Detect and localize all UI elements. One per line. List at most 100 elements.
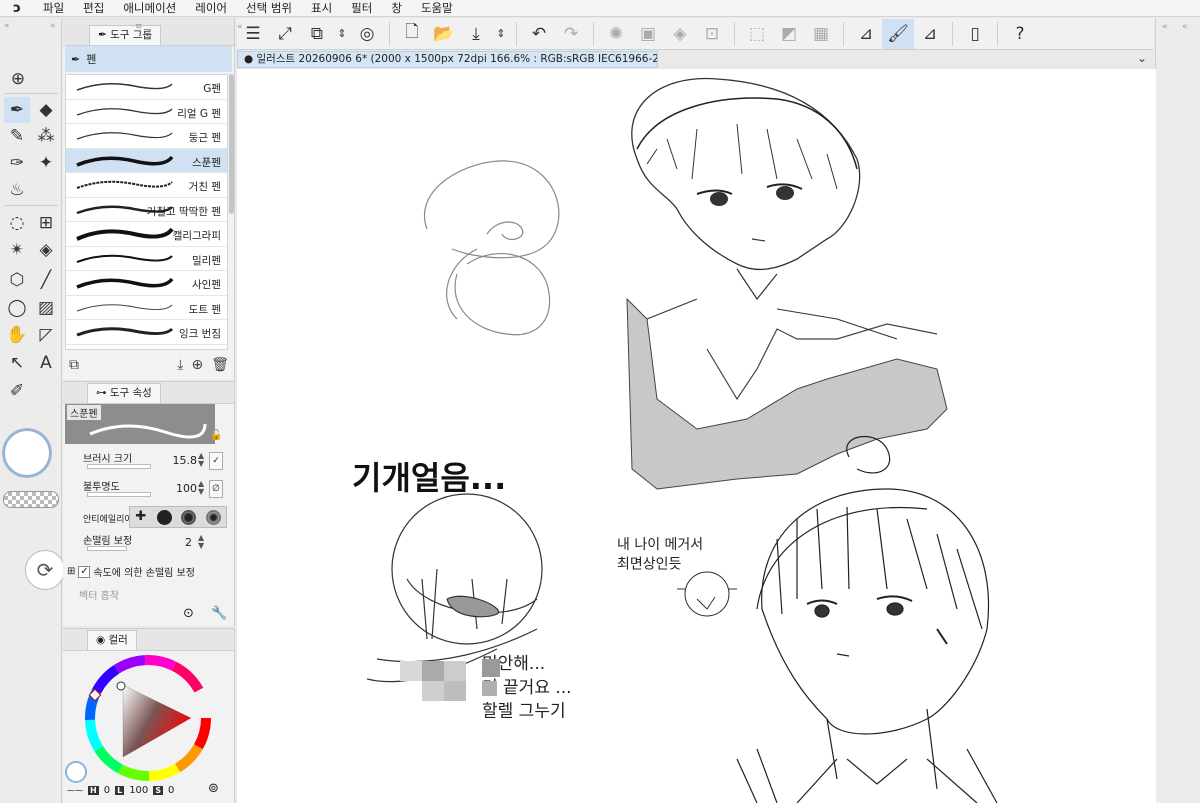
opacity-toggle-icon[interactable]: ∅: [209, 480, 223, 498]
tab-tool-group[interactable]: ✒ 도구 그룹: [89, 25, 162, 45]
opacity-value[interactable]: 100: [167, 482, 197, 495]
lasso-icon[interactable]: ◎: [351, 19, 383, 49]
transparent-color-swatch[interactable]: [3, 491, 59, 508]
color-settings-icon[interactable]: ⊚: [208, 781, 219, 796]
color-mini-swatch[interactable]: [65, 761, 87, 783]
brush-item[interactable]: 도트 펜: [66, 296, 227, 320]
tool-balloon-icon[interactable]: ◯: [4, 295, 30, 321]
stepper-icon[interactable]: ⇕: [492, 19, 510, 49]
brush-item[interactable]: 거친 펜: [66, 173, 227, 198]
brush-item[interactable]: 둥근 펜: [66, 124, 227, 149]
crop-icon[interactable]: ⊡: [696, 19, 728, 49]
stabilization-stepper[interactable]: ▲ ▼: [198, 534, 204, 550]
tool-group-row[interactable]: ✒ 펜: [65, 46, 232, 72]
collapse-left-icon[interactable]: «: [4, 21, 10, 31]
menu-filter[interactable]: 필터: [342, 0, 382, 16]
antialias-strong-icon[interactable]: [206, 509, 222, 525]
brush-item[interactable]: 사인펜: [66, 271, 227, 296]
deselect-icon[interactable]: ⬚: [741, 19, 773, 49]
tool-ruler-icon[interactable]: ◸: [33, 322, 59, 348]
main-color-swatch[interactable]: [3, 429, 51, 477]
tool-gradient-icon[interactable]: ▨: [33, 295, 59, 321]
ruler-icon[interactable]: ⊿: [850, 19, 882, 49]
menu-selection[interactable]: 선택 범위: [237, 0, 302, 16]
menu-edit[interactable]: 편집: [74, 0, 114, 16]
tool-pen-icon[interactable]: ✒: [4, 97, 30, 123]
tool-decoration-icon[interactable]: ✑: [4, 150, 30, 176]
tool-operation-icon[interactable]: ⊞: [33, 210, 59, 236]
invert-selection-icon[interactable]: ◩: [773, 19, 805, 49]
chevron-down-icon[interactable]: ⌄: [1137, 51, 1147, 65]
menu-help[interactable]: 도움말: [412, 0, 463, 16]
lock-icon[interactable]: 🔓: [210, 430, 222, 441]
paint-bucket-icon[interactable]: ◈: [664, 19, 696, 49]
menu-animation[interactable]: 애니메이션: [114, 0, 186, 16]
brush-item[interactable]: 캘리그라피: [66, 222, 227, 247]
brush-item[interactable]: 거칠고 딱딱한 펜: [66, 198, 227, 222]
delete-subtool-icon[interactable]: 🗑: [211, 357, 229, 373]
brush-size-stepper[interactable]: ▲ ▼: [198, 452, 204, 468]
grid-icon[interactable]: ▦: [805, 19, 837, 49]
tool-eyedropper-icon[interactable]: ✐: [4, 378, 30, 404]
selection-icon[interactable]: ▣: [632, 19, 664, 49]
tool-text-icon[interactable]: A: [33, 350, 59, 376]
color-mode-icon[interactable]: ⁓⁓: [67, 786, 83, 795]
transform-icon[interactable]: ⧉: [301, 19, 333, 49]
brush-size-value[interactable]: 15.8: [167, 454, 198, 467]
app-logo[interactable]: ↄ: [0, 1, 34, 16]
stabilization-slider[interactable]: [87, 546, 127, 551]
stabilization-value[interactable]: 2: [162, 536, 192, 549]
opacity-stepper[interactable]: ▲ ▼: [198, 480, 204, 496]
antialias-medium-icon[interactable]: [181, 509, 197, 525]
tool-blend-icon[interactable]: ♨: [4, 177, 30, 203]
tool-line-icon[interactable]: ╱: [33, 267, 59, 293]
tool-3d-icon[interactable]: ⬡: [4, 267, 30, 293]
right-collapse-icon[interactable]: «: [1162, 22, 1168, 32]
undo-icon[interactable]: ↶: [523, 19, 555, 49]
brush-item[interactable]: 밀리펜: [66, 247, 227, 271]
document-tab[interactable]: ● 일러스트 20260906 6* (2000 x 1500px 72dpi …: [237, 51, 658, 68]
drawing-canvas[interactable]: 기개얼음... 내 나이 메거서 최면상인듯 미안해... 거 끝거요 ... 할렐 …: [237, 69, 1156, 803]
brush-item[interactable]: G펜: [66, 75, 227, 100]
brush-item[interactable]: 잉크 번짐: [66, 320, 227, 345]
tool-fill-icon[interactable]: ◈: [33, 237, 59, 263]
antialias-none-icon[interactable]: ✚: [135, 510, 147, 523]
antialias-weak-icon[interactable]: [156, 509, 172, 525]
canvas-area[interactable]: 기개얼음... 내 나이 메거서 최면상인듯 미안해... 거 끝거요 ... 할렐 …: [237, 69, 1156, 803]
tool-object-icon[interactable]: ↖: [4, 350, 30, 376]
toolbar-collapse-icon[interactable]: «: [237, 22, 243, 32]
reset-icon[interactable]: ⊙: [183, 606, 194, 621]
open-folder-icon[interactable]: 📂: [428, 19, 460, 49]
help-icon[interactable]: ?: [1004, 19, 1036, 49]
smartphone-icon[interactable]: ▯: [959, 19, 991, 49]
color-wheel[interactable]: [83, 653, 213, 783]
new-file-icon[interactable]: 🗋: [396, 19, 428, 49]
brush-item[interactable]: 리얼 G 펜: [66, 100, 227, 124]
tool-auto-select-icon[interactable]: ✴: [4, 237, 30, 263]
import-subtool-icon[interactable]: ⤓: [177, 357, 183, 373]
right-expand-icon[interactable]: «: [1182, 22, 1188, 32]
pressure-icon[interactable]: ✓: [209, 452, 223, 470]
tool-navigator-icon[interactable]: ⊕: [5, 66, 31, 92]
rotate-canvas-icon[interactable]: ⟳: [25, 550, 65, 590]
antialias-selector[interactable]: ✚: [129, 506, 227, 528]
tool-eraser-icon[interactable]: ◆: [33, 97, 59, 123]
tool-sparkle-icon[interactable]: ✦: [33, 150, 59, 176]
speed-stabilization-checkbox[interactable]: ✓: [78, 565, 91, 578]
tab-tool-property[interactable]: ⊶ 도구 속성: [87, 383, 161, 403]
menu-window[interactable]: 창: [382, 0, 412, 16]
smoothing-brush-icon[interactable]: 🖌: [882, 18, 914, 49]
brush-size-slider[interactable]: [87, 464, 151, 469]
tool-lasso-icon[interactable]: ◌: [4, 210, 30, 236]
fit-screen-icon[interactable]: ⤢: [269, 19, 301, 49]
menu-file[interactable]: 파일: [34, 0, 74, 16]
stepper-icon[interactable]: ⇕: [333, 19, 351, 49]
expand-icon[interactable]: «: [50, 21, 56, 31]
opacity-slider[interactable]: [87, 492, 151, 497]
save-icon[interactable]: ⤓: [460, 19, 492, 49]
menu-view[interactable]: 표시: [302, 0, 342, 16]
tool-hand-icon[interactable]: ✋: [4, 322, 30, 348]
brush-list-scrollbar[interactable]: [229, 74, 234, 214]
tool-pencil-icon[interactable]: ✎: [4, 123, 30, 149]
subtool-settings-icon[interactable]: ⧉: [69, 357, 79, 373]
